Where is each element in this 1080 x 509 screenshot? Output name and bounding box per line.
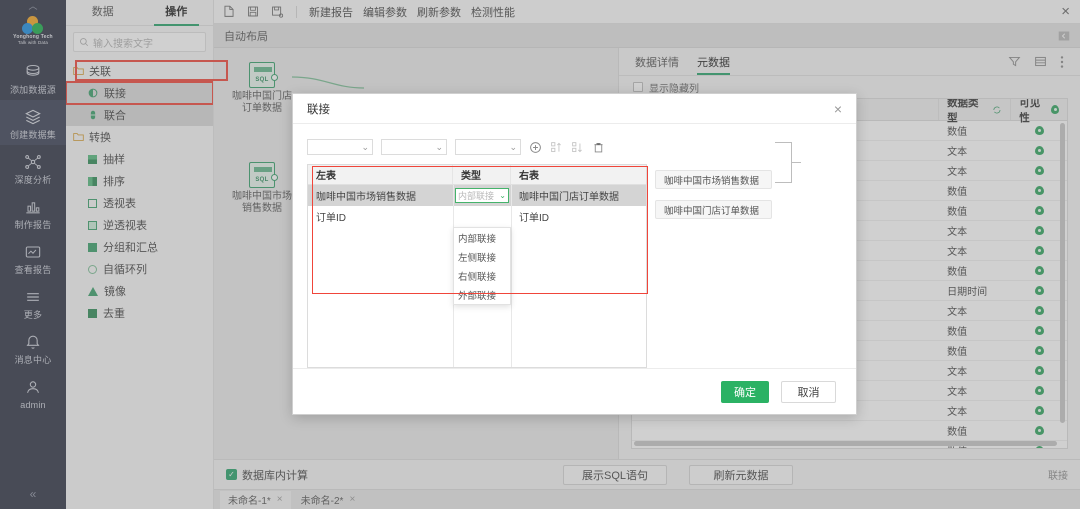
join-type-select[interactable]: 内部联接 ⌄: [455, 188, 509, 203]
join-table-body: 咖啡中国市场销售数据 内部联接 ⌄ 咖啡中国门店订单数据 订单ID 订单ID 内…: [308, 185, 646, 367]
join-select-3[interactable]: ⌄: [455, 139, 521, 155]
chevron-down-icon: ⌄: [499, 191, 506, 200]
join-select-2[interactable]: ⌄: [381, 139, 447, 155]
dialog-body: ⌄ ⌄ ⌄ 左表 类型 右表 咖啡中国市场销售数据 内部联接 ⌄ 咖啡中国门店订…: [293, 124, 856, 368]
join-left-field: 订单ID: [316, 213, 346, 224]
confirm-button[interactable]: 确定: [721, 380, 769, 403]
dropdown-option-outer-join[interactable]: 外部联接: [454, 285, 510, 304]
join-col-type: 类型: [453, 165, 511, 184]
preview-bracket: [775, 142, 801, 183]
sort-desc-icon[interactable]: [571, 141, 584, 154]
dropdown-option-left-join[interactable]: 左侧联接: [454, 247, 510, 266]
preview-box-left: 咖啡中国市场销售数据: [655, 170, 772, 189]
join-table: 左表 类型 右表 咖啡中国市场销售数据 内部联接 ⌄ 咖啡中国门店订单数据 订单…: [307, 164, 647, 368]
cancel-button[interactable]: 取消: [781, 380, 836, 403]
join-select-row: ⌄ ⌄ ⌄: [307, 138, 647, 156]
join-config-area: ⌄ ⌄ ⌄ 左表 类型 右表 咖啡中国市场销售数据 内部联接 ⌄ 咖啡中国门店订…: [307, 138, 648, 368]
join-type-dropdown[interactable]: 内部联接 左侧联接 右侧联接 外部联接: [453, 227, 511, 305]
delete-icon[interactable]: [592, 141, 605, 154]
join-right-table: 咖啡中国门店订单数据: [519, 192, 619, 203]
dropdown-option-inner-join[interactable]: 内部联接: [454, 228, 510, 247]
join-dialog: 联接 × ⌄ ⌄ ⌄ 左表 类型 右表 咖啡中国市场销售数据 内部联接 ⌄ 咖啡…: [292, 93, 857, 415]
sort-asc-icon[interactable]: [550, 141, 563, 154]
join-left-table: 咖啡中国市场销售数据: [316, 192, 416, 203]
dialog-footer: 确定 取消: [293, 368, 856, 414]
join-type-cell[interactable]: 内部联接 ⌄: [453, 185, 511, 206]
join-right-field: 订单ID: [519, 213, 549, 224]
join-table-header: 左表 类型 右表: [308, 165, 646, 185]
join-preview: 咖啡中国市场销售数据 咖啡中国门店订单数据: [655, 138, 842, 368]
dialog-title: 联接: [307, 103, 330, 116]
join-table-row[interactable]: 咖啡中国市场销售数据 内部联接 ⌄ 咖啡中国门店订单数据: [308, 185, 646, 206]
join-type-value: 内部联接: [458, 191, 495, 201]
join-table-row[interactable]: 订单ID 订单ID: [308, 206, 646, 227]
preview-box-right: 咖啡中国门店订单数据: [655, 200, 772, 219]
dropdown-option-right-join[interactable]: 右侧联接: [454, 266, 510, 285]
join-select-1[interactable]: ⌄: [307, 139, 373, 155]
join-col-right: 右表: [519, 171, 539, 182]
join-type-cell[interactable]: [453, 206, 511, 227]
join-col-left: 左表: [308, 165, 453, 184]
close-icon[interactable]: ×: [834, 102, 842, 116]
add-circle-icon[interactable]: [529, 141, 542, 154]
dialog-header: 联接 ×: [293, 94, 856, 124]
